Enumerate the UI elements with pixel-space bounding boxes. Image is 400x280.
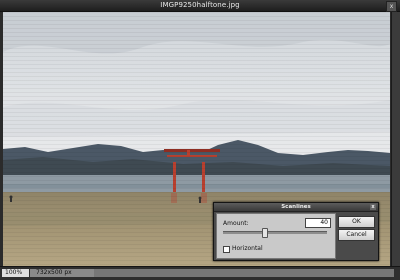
horizontal-label: Horizontal <box>232 245 263 252</box>
image-size: 732x500 px <box>30 269 94 277</box>
cancel-button[interactable]: Cancel <box>338 229 375 241</box>
image-canvas[interactable]: Scanlines x Amount: 40 Horizontal OK Can… <box>3 12 390 266</box>
dialog-title: Scanlines <box>281 204 311 210</box>
zoom-level[interactable]: 100% <box>2 269 29 277</box>
status-info <box>94 269 394 277</box>
horizontal-checkbox[interactable] <box>223 246 230 253</box>
window-close-button[interactable]: x <box>386 1 397 12</box>
amount-slider-handle[interactable] <box>261 228 268 238</box>
amount-label: Amount: <box>223 220 249 227</box>
amount-slider-track[interactable] <box>223 231 327 234</box>
dialog-close-button[interactable]: x <box>370 204 376 210</box>
window-titlebar[interactable]: IMGP9250halftone.jpg x <box>0 0 400 12</box>
vertical-scrollbar[interactable] <box>391 12 400 266</box>
ok-button[interactable]: OK <box>338 216 375 228</box>
amount-input[interactable]: 40 <box>305 218 331 228</box>
dialog-titlebar[interactable]: Scanlines x <box>214 203 378 212</box>
scanlines-dialog[interactable]: Scanlines x Amount: 40 Horizontal OK Can… <box>213 202 379 261</box>
dialog-settings-panel: Amount: 40 Horizontal <box>216 213 336 259</box>
status-bar: 100% 732x500 px <box>0 266 400 280</box>
window-title: IMGP9250halftone.jpg <box>160 1 240 9</box>
